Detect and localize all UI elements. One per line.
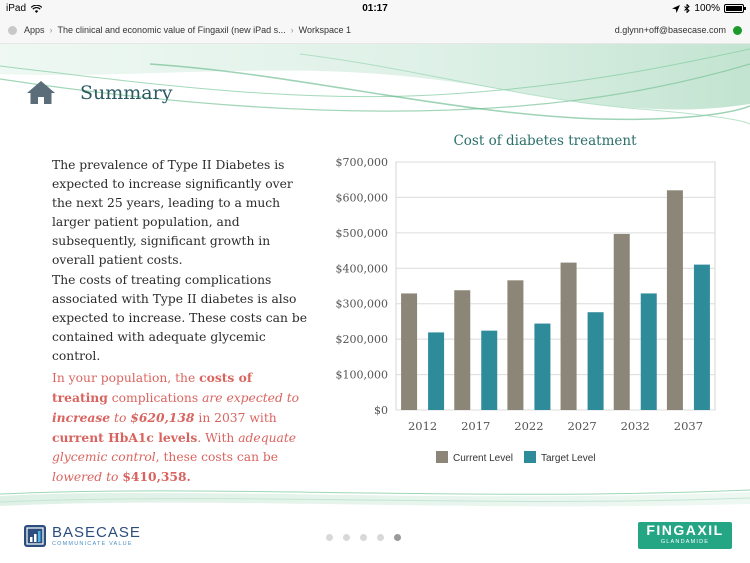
italic-text: are expected to xyxy=(202,391,300,405)
x-tick-label: 2012 xyxy=(408,419,437,433)
location-icon xyxy=(672,4,681,13)
footer-wave-decoration xyxy=(0,489,750,507)
status-right: 100% xyxy=(672,3,746,14)
status-bar: iPad 01:17 100% xyxy=(0,0,750,18)
text-span: complications xyxy=(107,391,203,405)
bold-italic-text: increase xyxy=(52,410,111,425)
bold-text: current HbA1c levels xyxy=(52,430,198,445)
x-tick-label: 2027 xyxy=(567,419,596,433)
chart-title: Cost of diabetes treatment xyxy=(453,133,637,149)
bar-current-2032 xyxy=(613,233,630,410)
legend-swatch xyxy=(524,451,536,463)
brand-tagline: COMMUNICATE VALUE xyxy=(52,541,133,547)
battery-percent: 100% xyxy=(694,3,720,14)
chevron-right-icon: › xyxy=(290,25,294,35)
bar-target-2022 xyxy=(534,323,551,410)
page-dot[interactable] xyxy=(326,534,333,541)
page-dot[interactable] xyxy=(360,534,367,541)
brand-name: BASECASE xyxy=(52,524,141,541)
y-tick-label: $0 xyxy=(374,404,388,417)
text-span: In your population, the xyxy=(52,371,200,385)
page-dot[interactable] xyxy=(394,534,401,541)
y-tick-label: $200,000 xyxy=(336,333,389,346)
y-tick-label: $400,000 xyxy=(336,262,389,275)
breadcrumb: Apps › The clinical and economic value o… xyxy=(24,25,351,35)
bluetooth-icon xyxy=(684,4,691,13)
fingaxil-logo: FINGAXIL GLANDAMIDE xyxy=(638,522,732,549)
bar-target-2012 xyxy=(428,332,445,410)
y-tick-label: $100,000 xyxy=(336,369,389,382)
home-icon[interactable] xyxy=(26,79,56,105)
text-span: in 2037 with xyxy=(194,411,277,425)
x-tick-label: 2017 xyxy=(461,419,490,433)
online-indicator-icon xyxy=(733,26,742,35)
legend-swatch xyxy=(436,451,448,463)
breadcrumb-presentation[interactable]: The clinical and economic value of Finga… xyxy=(58,25,286,35)
bar-target-2027 xyxy=(587,312,604,410)
page-dot[interactable] xyxy=(343,534,350,541)
bar-current-2027 xyxy=(560,262,577,410)
breadcrumb-apps[interactable]: Apps xyxy=(24,25,45,35)
bar-current-2012 xyxy=(401,293,418,410)
x-tick-label: 2022 xyxy=(514,419,543,433)
y-tick-label: $300,000 xyxy=(336,298,389,311)
y-tick-label: $700,000 xyxy=(336,156,389,169)
text-span: . With xyxy=(197,431,239,445)
legend-label: Current Level xyxy=(453,453,513,464)
product-name: FINGAXIL xyxy=(646,522,724,538)
bar-current-2037 xyxy=(666,190,683,410)
y-tick-label: $500,000 xyxy=(336,227,389,240)
product-tagline: GLANDAMIDE xyxy=(660,539,710,545)
bold-italic-text: $620,138 xyxy=(130,410,195,425)
breadcrumb-bar: Apps › The clinical and economic value o… xyxy=(0,18,750,44)
x-tick-label: 2037 xyxy=(674,419,703,433)
battery-icon xyxy=(724,4,746,13)
chevron-right-icon: › xyxy=(49,25,53,35)
x-tick-label: 2032 xyxy=(621,419,650,433)
basecase-chart-icon xyxy=(24,525,46,547)
summary-paragraph-costs: In your population, the costs of treatin… xyxy=(52,368,308,487)
bar-target-2032 xyxy=(640,293,657,410)
summary-paragraph-prevalence: The prevalence of Type II Diabetes is ex… xyxy=(52,158,293,267)
bar-current-2017 xyxy=(454,290,471,410)
bar-current-2022 xyxy=(507,280,524,410)
bar-target-2017 xyxy=(481,330,498,410)
breadcrumb-workspace[interactable]: Workspace 1 xyxy=(299,25,351,35)
text-span: , these costs can be xyxy=(155,450,279,464)
status-dot-icon xyxy=(8,26,17,35)
page-title: Summary xyxy=(80,82,173,104)
cost-bar-chart: $0 $100,000 $200,000 $300,000 $400,000 $500,0… xyxy=(336,156,716,464)
basecase-logo: BASECASE COMMUNICATE VALUE xyxy=(24,525,141,547)
bar-target-2037 xyxy=(693,264,710,410)
y-tick-label: $600,000 xyxy=(336,191,389,204)
page-indicator[interactable] xyxy=(326,534,401,541)
italic-text: to xyxy=(110,411,131,425)
legend-label: Target Level xyxy=(541,453,595,464)
clock: 01:17 xyxy=(362,3,388,14)
user-email[interactable]: d.glynn+off@basecase.com xyxy=(615,25,726,35)
summary-paragraph-complications: The costs of treating complications asso… xyxy=(52,273,307,363)
basecase-wordmark: BASECASE COMMUNICATE VALUE xyxy=(52,524,141,548)
page-dot[interactable] xyxy=(377,534,384,541)
